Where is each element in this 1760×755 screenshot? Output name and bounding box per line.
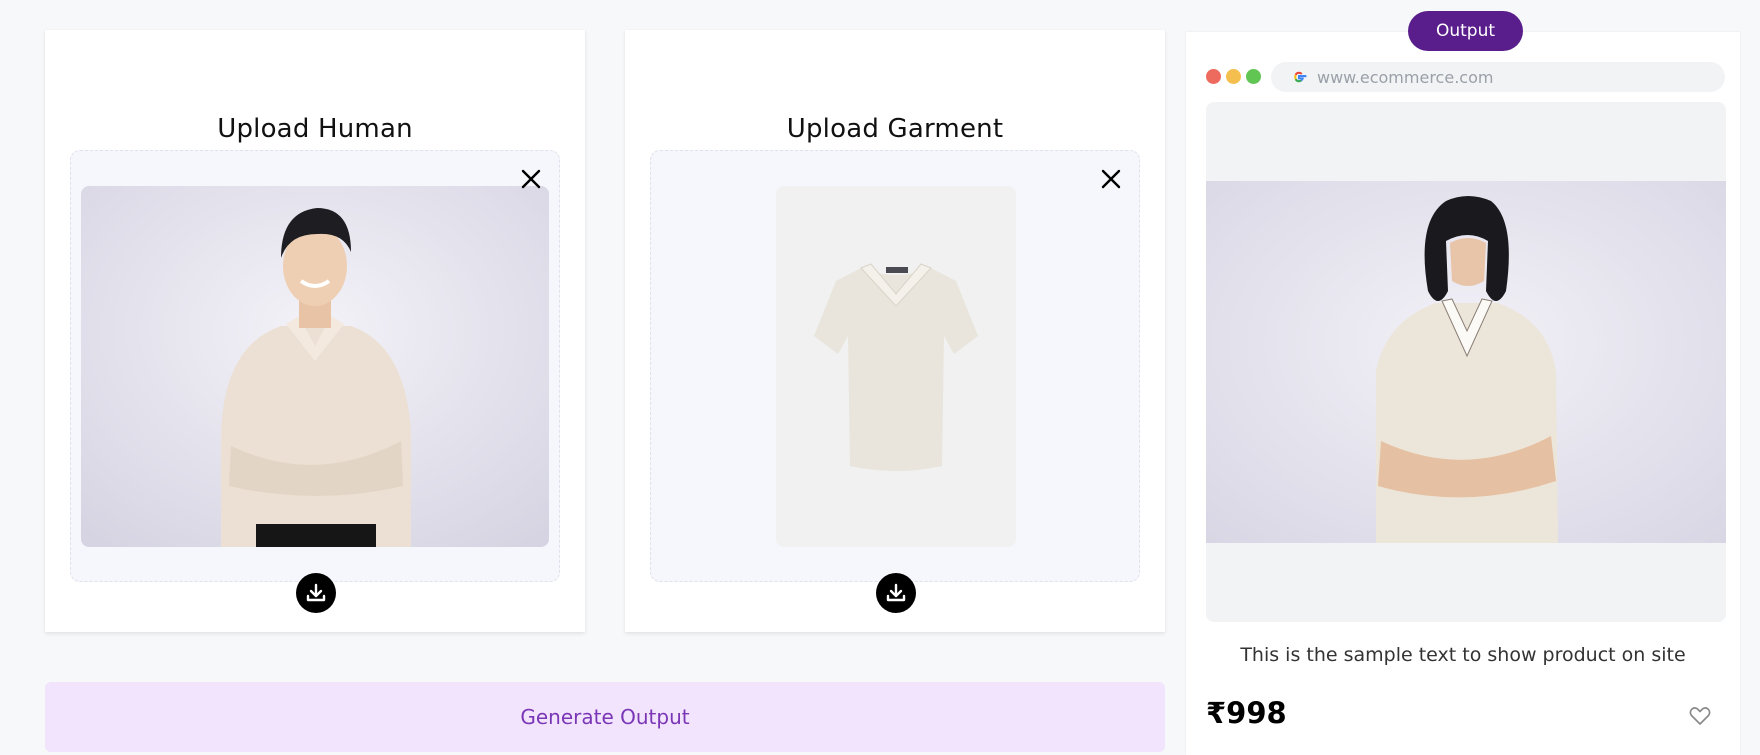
product-caption: This is the sample text to show product … bbox=[1240, 644, 1686, 666]
output-badge: Output bbox=[1408, 11, 1523, 51]
download-icon bbox=[886, 583, 906, 602]
window-dot-green bbox=[1246, 69, 1261, 84]
output-image bbox=[1206, 181, 1726, 543]
product-image-frame bbox=[1206, 102, 1726, 622]
heart-icon[interactable] bbox=[1688, 704, 1712, 728]
google-icon bbox=[1294, 71, 1307, 83]
download-garment-button[interactable] bbox=[876, 573, 916, 613]
window-controls bbox=[1206, 69, 1261, 84]
upload-human-card: Upload Human bbox=[45, 30, 585, 632]
garment-preview-image bbox=[776, 186, 1016, 547]
close-icon[interactable] bbox=[517, 165, 545, 193]
output-card: www.ecommerce.com This is the sample tex… bbox=[1186, 32, 1740, 755]
url-bar[interactable]: www.ecommerce.com bbox=[1271, 62, 1725, 92]
upload-garment-title: Upload Garment bbox=[786, 114, 1004, 144]
download-human-button[interactable] bbox=[296, 573, 336, 613]
human-dropzone[interactable] bbox=[70, 150, 560, 613]
url-text: www.ecommerce.com bbox=[1317, 67, 1494, 87]
download-icon bbox=[306, 583, 326, 602]
garment-dropzone[interactable] bbox=[650, 150, 1140, 613]
product-price: ₹998 bbox=[1206, 696, 1287, 730]
window-dot-red bbox=[1206, 69, 1221, 84]
human-preview-image bbox=[81, 186, 549, 547]
upload-garment-card: Upload Garment bbox=[625, 30, 1165, 632]
window-dot-yellow bbox=[1226, 69, 1241, 84]
close-icon[interactable] bbox=[1097, 165, 1125, 193]
generate-output-button[interactable]: Generate Output bbox=[45, 682, 1165, 752]
upload-human-title: Upload Human bbox=[217, 114, 413, 144]
